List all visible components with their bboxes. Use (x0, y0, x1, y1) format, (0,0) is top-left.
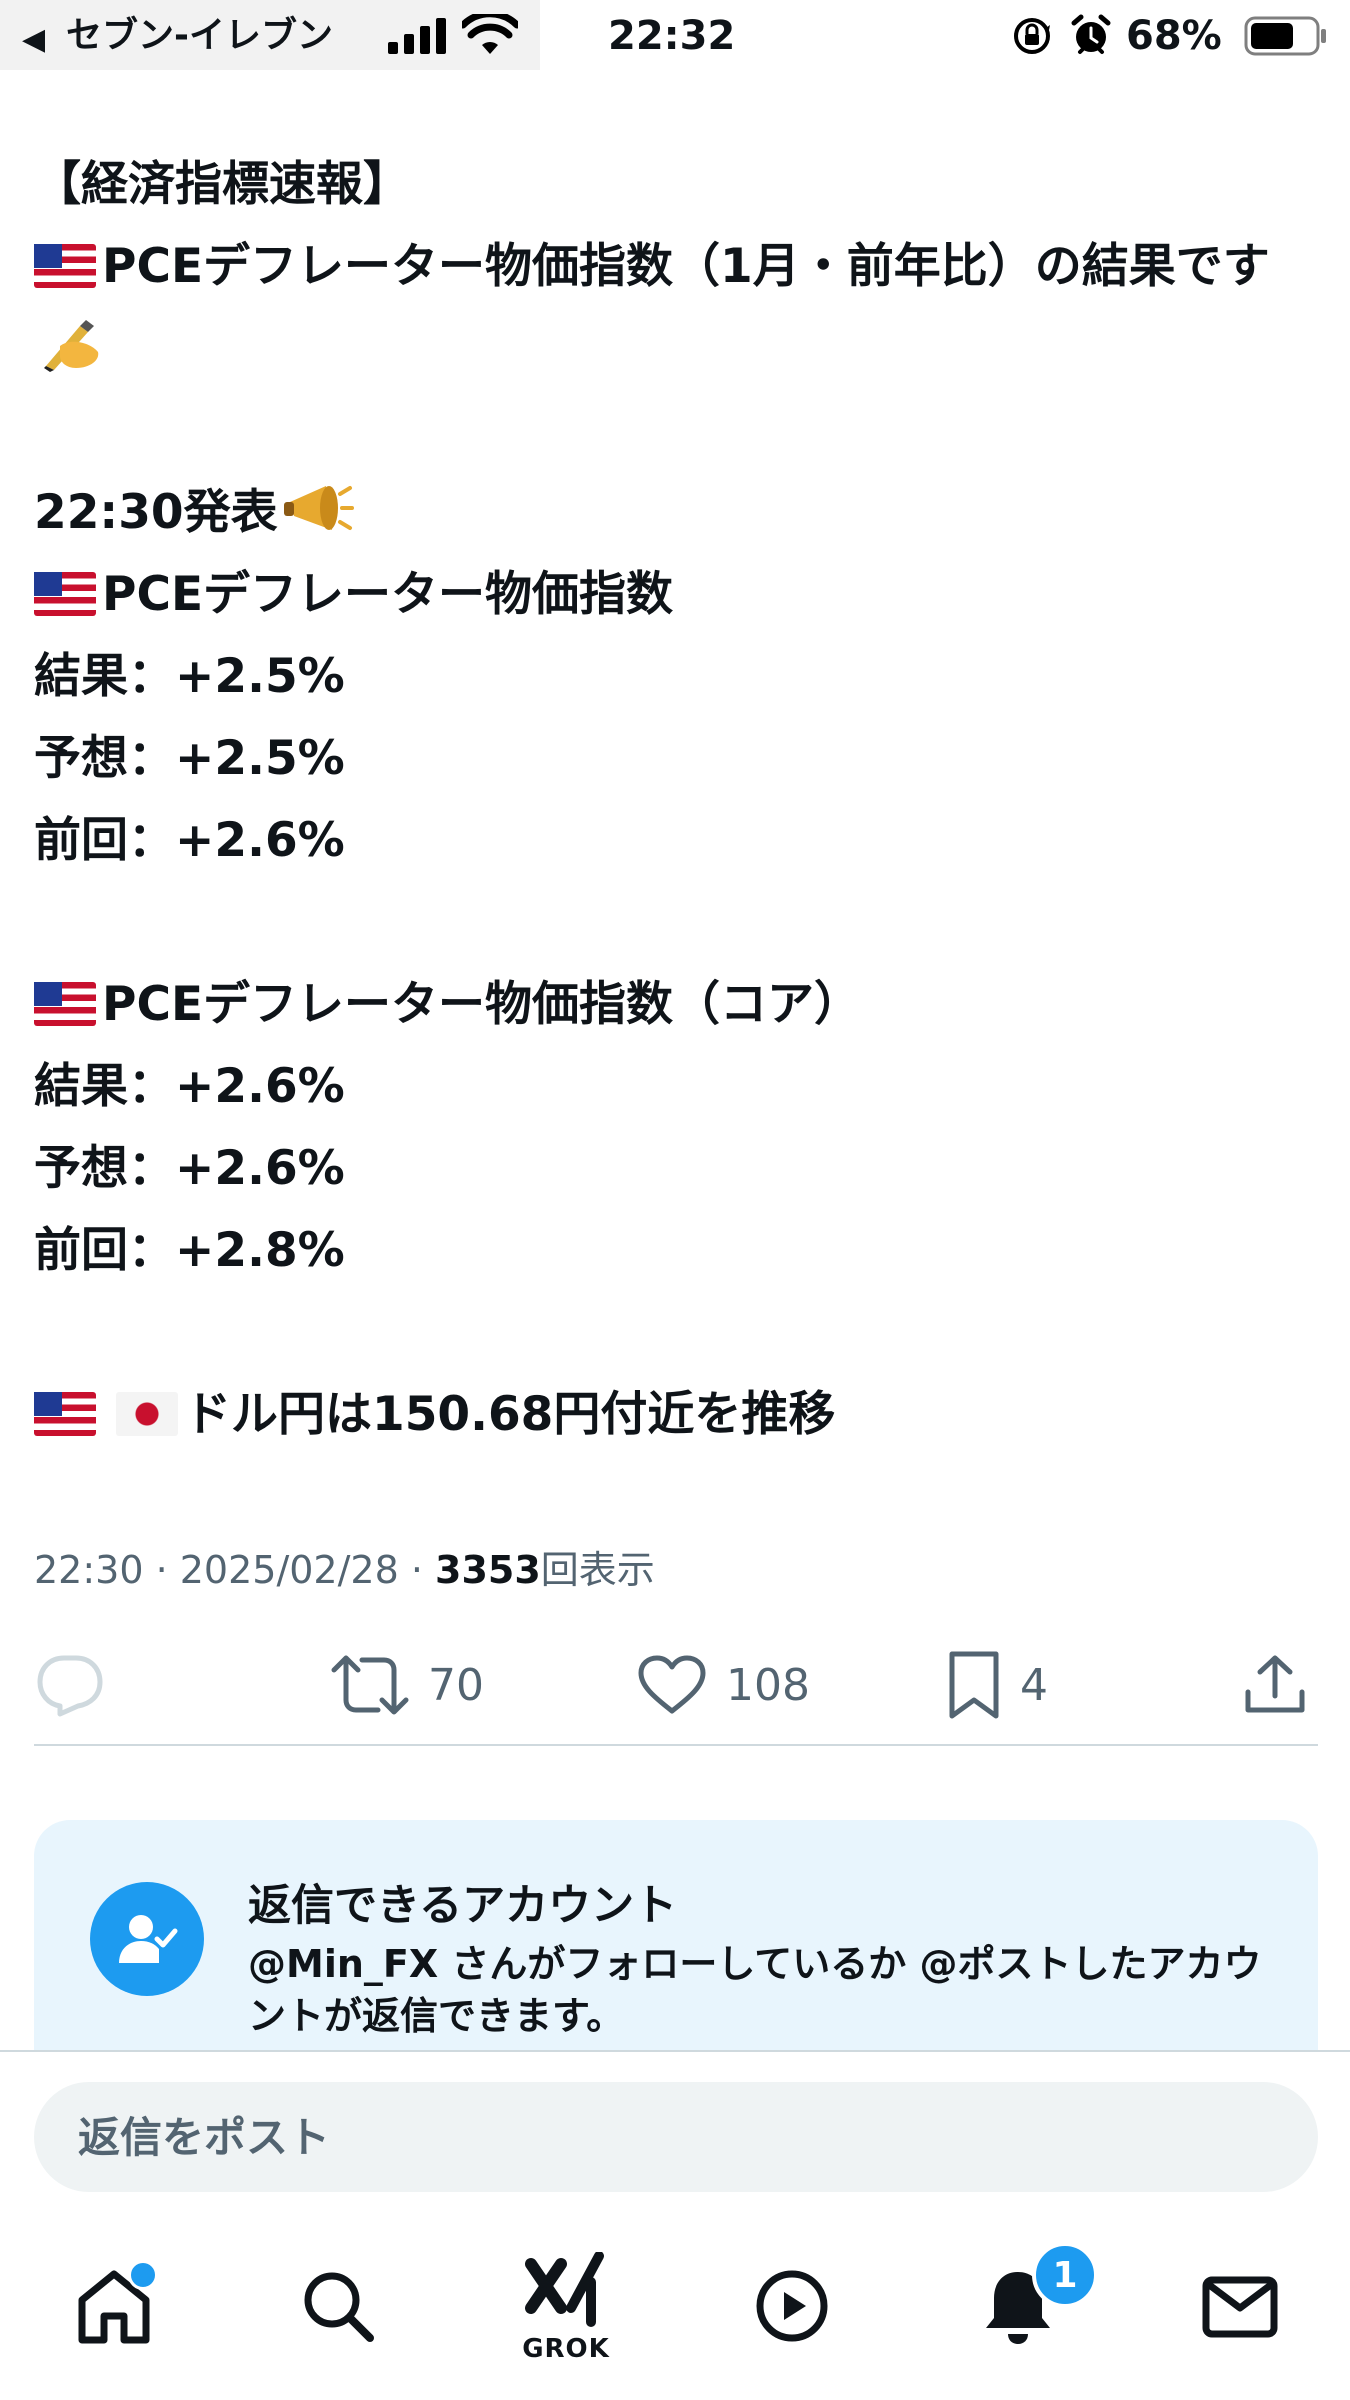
pce-result: 結果：+2.5% (34, 649, 345, 704)
mention-user-icon (90, 1882, 204, 1996)
bookmark-icon (949, 1651, 999, 1719)
nav-search[interactable] (288, 2256, 388, 2356)
core-result: 結果：+2.6% (34, 1059, 345, 1114)
battery-icon (1244, 16, 1326, 56)
heart-icon (638, 1655, 706, 1714)
play-icon (756, 2270, 828, 2342)
writing-hand-icon (44, 320, 99, 372)
status-bar: ◀ セブン-イレブン 22:32 68% (0, 0, 1350, 72)
post-title-text: PCEデフレーター物価指数（1月・前年比）の結果です (102, 239, 1270, 294)
grok-label: GROK (522, 2334, 610, 2364)
bookmark-count: 4 (1020, 1659, 1048, 1711)
release-time-text: 22:30発表 (34, 485, 278, 540)
post-title-line: PCEデフレーター物価指数（1月・前年比）の結果です (34, 226, 1324, 390)
repost-count: 70 (428, 1659, 484, 1711)
pce-label-text: PCEデフレーター物価指数 (102, 567, 674, 622)
search-icon (304, 2272, 374, 2342)
reply-placeholder: 返信をポスト (78, 2113, 331, 2162)
notification-badge: 1 (1032, 2242, 1098, 2308)
usdjpy-line: ドル円は150.68円付近を推移 (34, 1374, 1324, 1456)
carrier-label[interactable]: セブン-イレブン (66, 10, 333, 62)
core-previous: 前回：+2.8% (34, 1223, 345, 1278)
bottom-nav: GROK 1 (0, 2220, 1350, 2400)
clock-time: 22:32 (608, 13, 736, 59)
pce-previous: 前回：+2.6% (34, 813, 345, 868)
nav-video[interactable] (742, 2256, 842, 2356)
back-arrow-icon[interactable]: ◀ (22, 14, 45, 66)
actions-divider (34, 1744, 1318, 1746)
reply-divider (0, 2050, 1350, 2052)
post-body: 【経済指標速報】 PCEデフレーター物価指数（1月・前年比）の結果です 22:3… (34, 144, 1324, 1456)
reply-restriction-description: @Min_FX さんがフォローしているか @ポストしたアカウントが返信できます。 (248, 1942, 1262, 2038)
views-label[interactable]: 回表示 (541, 1548, 655, 1592)
core-forecast: 予想：+2.6% (34, 1141, 345, 1196)
megaphone-icon (283, 486, 354, 530)
usdjpy-text: ドル円は150.68円付近を推移 (184, 1387, 836, 1442)
reply-icon (37, 1655, 103, 1717)
alarm-icon (1071, 14, 1111, 54)
reply-restriction-title: 返信できるアカウント (248, 1881, 678, 1931)
pce-forecast: 予想：+2.5% (34, 731, 345, 786)
post-meta: 22:30 · 2025/02/28 · 3353回表示 (34, 1540, 655, 1600)
us-flag-icon (34, 1392, 96, 1436)
reply-input[interactable]: 返信をポスト (34, 2082, 1318, 2192)
release-time-line: 22:30発表 (34, 472, 1324, 554)
reply-button[interactable] (34, 1640, 124, 1730)
us-flag-icon (34, 244, 96, 288)
core-label-text: PCEデフレーター物価指数（コア） (102, 977, 862, 1032)
pce-label-line: PCEデフレーター物価指数 (34, 554, 1324, 636)
repost-icon (331, 1655, 409, 1715)
post-actions: 70 108 4 (0, 1640, 1350, 1730)
cellular-signal-icon (388, 18, 446, 54)
mail-icon (1202, 2276, 1278, 2338)
repost-button[interactable]: 70 (330, 1640, 484, 1730)
views-count[interactable]: 3353 (435, 1548, 541, 1592)
nav-grok[interactable]: GROK (516, 2252, 616, 2372)
like-count: 108 (726, 1659, 810, 1711)
like-button[interactable]: 108 (636, 1640, 810, 1730)
post-timestamp[interactable]: 22:30 · 2025/02/28 · (34, 1548, 435, 1592)
share-icon (1245, 1655, 1305, 1713)
nav-messages[interactable] (1190, 2256, 1290, 2356)
wifi-icon (462, 14, 518, 54)
home-unread-dot (128, 2260, 158, 2290)
grok-icon (525, 2252, 604, 2327)
reply-restriction-card: 返信できるアカウント @Min_FX さんがフォローしているか @ポストしたアカ… (34, 1820, 1318, 2050)
orientation-lock-icon (1014, 18, 1050, 54)
us-flag-icon (34, 572, 96, 616)
us-flag-icon (34, 982, 96, 1026)
jp-flag-icon (116, 1392, 178, 1436)
bookmark-button[interactable]: 4 (946, 1640, 1048, 1730)
post-header: 【経済指標速報】 (34, 157, 410, 212)
battery-percent: 68% (1126, 13, 1222, 59)
share-button[interactable] (1242, 1640, 1308, 1730)
core-label-line: PCEデフレーター物価指数（コア） (34, 964, 1324, 1046)
